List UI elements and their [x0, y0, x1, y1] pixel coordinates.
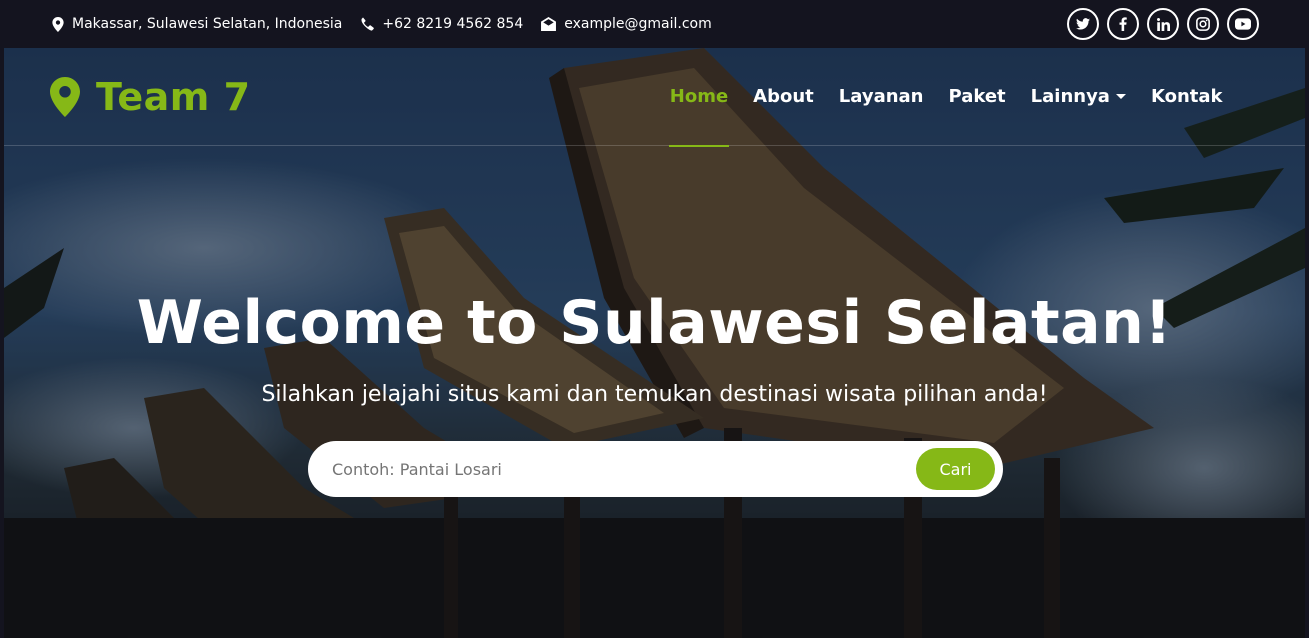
hero-title: Welcome to Sulawesi Selatan!	[136, 288, 1173, 358]
facebook-button[interactable]	[1107, 8, 1139, 40]
facebook-icon	[1119, 17, 1127, 31]
nav-item-kontak[interactable]: Kontak	[1138, 48, 1235, 146]
phone-icon	[361, 17, 375, 31]
nav-label: About	[753, 86, 814, 107]
nav-label: Home	[669, 86, 729, 107]
brand-logo[interactable]: Team 7	[50, 75, 251, 119]
main-nav: Home About Layanan Paket Lainnya Kontak	[657, 48, 1235, 147]
nav-label: Lainnya	[1030, 86, 1110, 107]
email-text: example@gmail.com	[564, 16, 712, 32]
map-marker-icon	[50, 76, 80, 117]
address-item: Makassar, Sulawesi Selatan, Indonesia	[52, 16, 342, 32]
address-text: Makassar, Sulawesi Selatan, Indonesia	[72, 16, 343, 32]
nav-label: Paket	[948, 86, 1006, 107]
nav-item-layanan[interactable]: Layanan	[826, 48, 936, 146]
contact-info: Makassar, Sulawesi Selatan, Indonesia +6…	[52, 16, 712, 32]
hero-subtitle: Silahkan jelajahi situs kami dan temukan…	[261, 382, 1048, 407]
twitter-button[interactable]	[1067, 8, 1099, 40]
envelope-open-icon	[541, 17, 557, 31]
email-item: example@gmail.com	[541, 16, 712, 32]
nav-label: Kontak	[1150, 86, 1223, 107]
nav-item-paket[interactable]: Paket	[936, 48, 1018, 146]
linkedin-icon	[1156, 17, 1170, 31]
map-marker-icon	[52, 16, 64, 32]
hero-section: Team 7 Home About Layanan Paket Lainnya …	[4, 48, 1305, 638]
phone-item: +62 8219 4562 854	[360, 16, 523, 32]
instagram-icon	[1196, 17, 1210, 31]
top-info-bar: Makassar, Sulawesi Selatan, Indonesia +6…	[4, 0, 1305, 48]
twitter-icon	[1076, 18, 1090, 30]
linkedin-button[interactable]	[1147, 8, 1179, 40]
navbar: Team 7 Home About Layanan Paket Lainnya …	[4, 48, 1305, 147]
social-links	[1067, 8, 1259, 40]
search-bar: Cari	[308, 441, 1003, 497]
caret-down-icon	[1115, 94, 1126, 99]
phone-text: +62 8219 4562 854	[382, 16, 524, 32]
nav-label: Layanan	[838, 86, 924, 107]
search-button[interactable]: Cari	[916, 448, 995, 490]
brand-name: Team 7	[96, 74, 251, 119]
instagram-button[interactable]	[1187, 8, 1219, 40]
search-input[interactable]	[332, 459, 916, 479]
youtube-icon	[1235, 18, 1251, 30]
nav-item-home[interactable]: Home	[657, 48, 740, 147]
nav-item-about[interactable]: About	[741, 48, 827, 146]
nav-item-lainnya-dropdown[interactable]: Lainnya	[1018, 48, 1138, 146]
youtube-button[interactable]	[1227, 8, 1259, 40]
